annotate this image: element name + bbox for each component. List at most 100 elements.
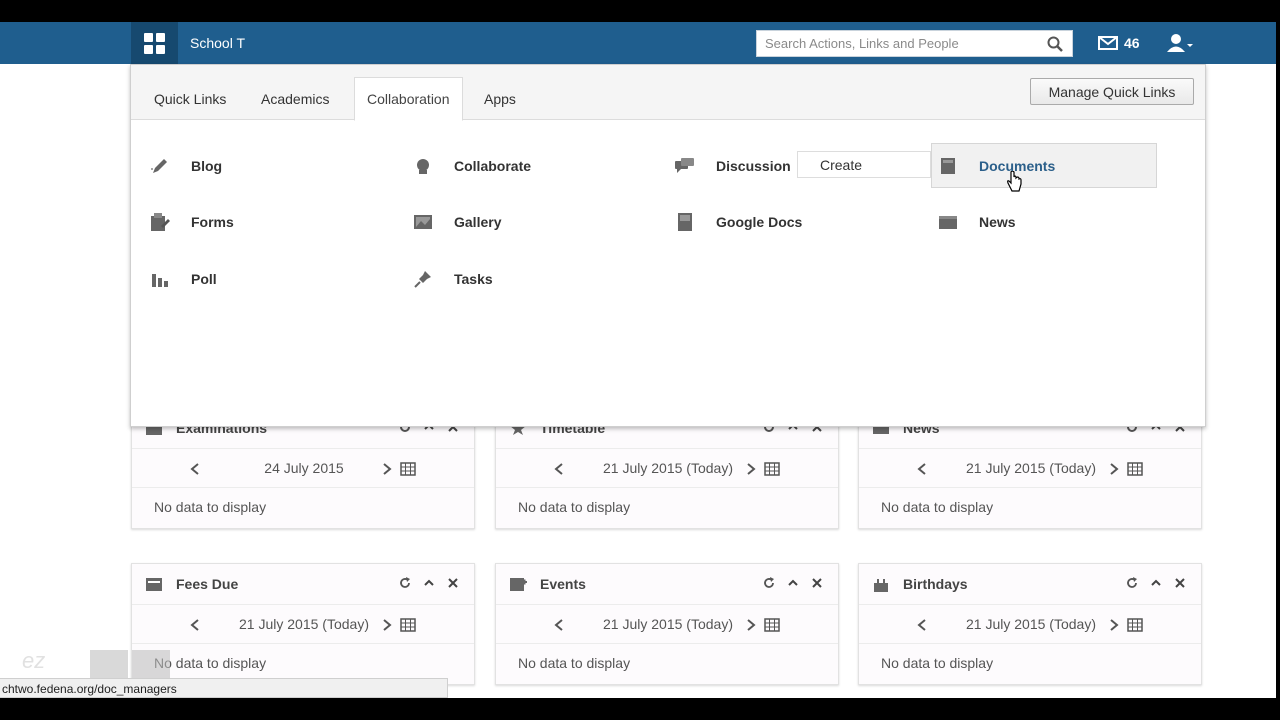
menu-item-label: Gallery — [454, 214, 502, 230]
close-icon[interactable] — [446, 576, 460, 590]
pin-icon — [412, 268, 434, 290]
search-icon[interactable] — [1047, 36, 1063, 52]
menu-item-poll[interactable]: Poll — [149, 264, 217, 294]
menu-item-label: Blog — [191, 158, 223, 174]
menu-item-label: Discussion — [716, 158, 791, 174]
menu-item-label: Google Docs — [716, 214, 803, 230]
create-discussion-button[interactable]: Create — [797, 151, 931, 178]
menu-item-tasks[interactable]: Tasks — [412, 264, 493, 294]
chevron-right-icon[interactable] — [382, 462, 392, 481]
top-navbar: School T 46 — [0, 22, 1276, 64]
chevron-right-icon[interactable] — [1109, 462, 1119, 481]
browser-viewport: Examinations 24 July 2015 No data to dis… — [0, 0, 1280, 720]
widget-title: Events — [540, 576, 586, 592]
user-menu-button[interactable] — [1166, 33, 1194, 53]
messages-button[interactable]: 46 — [1098, 35, 1140, 51]
tab-quick-links[interactable]: Quick Links — [142, 77, 238, 121]
bottom-letterbox — [0, 698, 1280, 720]
calendar-add-icon — [508, 575, 528, 593]
watermark-logo: ez — [22, 648, 46, 673]
grid-icon — [144, 32, 165, 54]
badge-icon — [412, 155, 434, 177]
menu-item-label: Forms — [191, 214, 234, 230]
menu-item-forms[interactable]: Forms — [149, 207, 234, 237]
pause-icon — [90, 650, 128, 678]
widget-date: 24 July 2015 — [264, 460, 344, 476]
menu-item-documents[interactable]: Documents — [937, 151, 1055, 181]
menu-item-blog[interactable]: Blog — [149, 151, 222, 181]
menu-item-news[interactable]: News — [937, 207, 1016, 237]
chevron-right-icon[interactable] — [1109, 618, 1119, 637]
chevron-right-icon[interactable] — [746, 618, 756, 637]
money-icon — [144, 575, 164, 593]
collapse-icon[interactable] — [1149, 576, 1163, 590]
book-icon — [937, 155, 959, 177]
widget-date-nav: 21 July 2015 (Today) — [132, 604, 474, 644]
chevron-right-icon[interactable] — [382, 618, 392, 637]
widget-date-nav: 21 July 2015 (Today) — [496, 604, 838, 644]
browser-status-url: chtwo.fedena.org/doc_managers — [0, 678, 448, 698]
menu-item-label: Tasks — [454, 271, 493, 287]
tab-collaboration[interactable]: Collaboration — [354, 77, 463, 121]
menu-item-google-docs[interactable]: Google Docs — [674, 207, 802, 237]
quick-links-panel: Quick Links Academics Collaboration Apps… — [130, 64, 1206, 427]
apps-menu-button[interactable] — [131, 22, 178, 64]
menu-item-collaborate[interactable]: Collaborate — [412, 151, 531, 181]
widget-empty-text: No data to display — [518, 499, 631, 515]
collapse-icon[interactable] — [422, 576, 436, 590]
widget-date: 21 July 2015 (Today) — [603, 616, 733, 632]
message-count: 46 — [1124, 35, 1140, 51]
calendar-icon[interactable] — [764, 461, 780, 481]
top-letterbox — [0, 0, 1280, 22]
menu-item-label: Collaborate — [454, 158, 532, 174]
menu-item-label: Poll — [191, 271, 217, 287]
menu-tabbar: Quick Links Academics Collaboration Apps… — [131, 65, 1205, 121]
refresh-icon[interactable] — [1125, 576, 1139, 590]
widget-title: Birthdays — [903, 576, 968, 592]
widget-date: 21 July 2015 (Today) — [603, 460, 733, 476]
cake-icon — [871, 575, 891, 593]
menu-item-discussion[interactable]: Discussion — [674, 151, 791, 181]
search-input[interactable] — [757, 31, 1037, 56]
right-edge — [1276, 22, 1280, 698]
widget-events: Events 21 July 2015 (Today) No data to d… — [495, 563, 839, 685]
recorder-watermark: ez — [0, 648, 200, 680]
refresh-icon[interactable] — [398, 576, 412, 590]
chat-icon — [674, 155, 696, 177]
news-icon — [937, 211, 959, 233]
hand-cursor-icon — [1006, 170, 1022, 198]
calendar-icon[interactable] — [400, 617, 416, 637]
bar-chart-icon — [149, 268, 171, 290]
widget-empty-text: No data to display — [154, 499, 267, 515]
widget-date: 21 July 2015 (Today) — [966, 460, 1096, 476]
menu-item-gallery[interactable]: Gallery — [412, 207, 501, 237]
collapse-icon[interactable] — [786, 576, 800, 590]
widget-header: Events — [496, 564, 838, 604]
refresh-icon[interactable] — [762, 576, 776, 590]
calendar-icon[interactable] — [1127, 617, 1143, 637]
school-name: School T — [190, 35, 245, 51]
pencil-icon — [149, 155, 171, 177]
widget-date: 21 July 2015 (Today) — [966, 616, 1096, 632]
widget-date-nav: 21 July 2015 (Today) — [859, 448, 1201, 488]
widget-empty-text: No data to display — [881, 655, 994, 671]
calendar-icon[interactable] — [764, 617, 780, 637]
widget-date-nav: 24 July 2015 — [132, 448, 474, 488]
user-icon — [1167, 34, 1193, 52]
tab-academics[interactable]: Academics — [249, 77, 341, 121]
envelope-icon — [1098, 36, 1118, 50]
widget-date-nav: 21 July 2015 (Today) — [859, 604, 1201, 644]
close-icon[interactable] — [810, 576, 824, 590]
document-icon — [674, 211, 696, 233]
tab-apps[interactable]: Apps — [472, 77, 528, 121]
close-icon[interactable] — [1173, 576, 1187, 590]
menu-item-label: News — [979, 214, 1016, 230]
forms-icon — [149, 211, 171, 233]
manage-quick-links-button[interactable]: Manage Quick Links — [1030, 78, 1194, 105]
chevron-right-icon[interactable] — [746, 462, 756, 481]
widget-empty-text: No data to display — [881, 499, 994, 515]
calendar-icon[interactable] — [1127, 461, 1143, 481]
widget-title: Fees Due — [176, 576, 239, 592]
calendar-icon[interactable] — [400, 461, 416, 481]
stop-icon — [132, 650, 170, 678]
